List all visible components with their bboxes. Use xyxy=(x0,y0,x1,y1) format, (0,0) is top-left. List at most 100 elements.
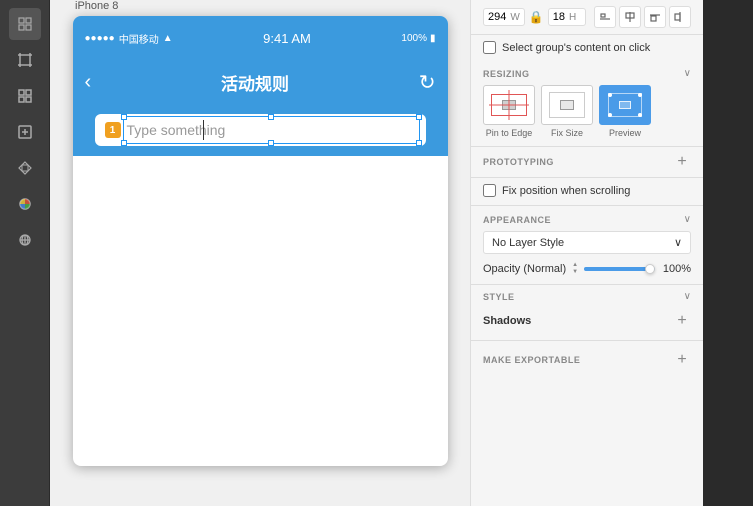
width-value: 294 xyxy=(488,11,506,23)
opacity-label: Opacity (Normal) xyxy=(483,263,566,275)
style-section: STYLE ∨ Shadows + xyxy=(471,285,703,341)
tool-sidebar xyxy=(0,0,50,506)
layer-style-select[interactable]: No Layer Style ∨ xyxy=(483,231,691,254)
style-arrow[interactable]: ∨ xyxy=(684,291,691,302)
phone-frame: ●●●●● 中国移动 ▲ 9:41 AM 100% ▮ ‹ 活动规则 ↻ xyxy=(73,16,448,466)
select-group-row: Select group's content on click xyxy=(471,35,703,60)
carrier-dots: ●●●●● xyxy=(85,33,115,44)
shadows-add-btn[interactable]: + xyxy=(673,312,691,330)
opacity-value: 100% xyxy=(661,263,691,275)
shadows-row: Shadows + xyxy=(483,308,691,334)
action-button[interactable]: ↻ xyxy=(419,70,436,95)
fixsize-box xyxy=(541,85,593,125)
prototyping-section: PROTOTYPING + xyxy=(471,147,703,178)
opacity-slider[interactable] xyxy=(584,267,655,271)
wifi-icon: ▲ xyxy=(163,33,173,44)
select-group-checkbox[interactable] xyxy=(483,41,496,54)
opacity-row: Opacity (Normal) ▲ ▼ 100% xyxy=(483,262,691,276)
status-right: 100% ▮ xyxy=(401,33,435,44)
align-btn-1[interactable] xyxy=(594,6,616,28)
appearance-arrow[interactable]: ∨ xyxy=(684,214,691,225)
nav-title: 活动规则 xyxy=(91,70,419,95)
nav-bar: ‹ 活动规则 ↻ xyxy=(73,60,448,104)
tool-insert[interactable] xyxy=(9,116,41,148)
handle-tm xyxy=(268,114,274,120)
status-left: ●●●●● 中国移动 ▲ xyxy=(85,31,173,46)
handle-tr xyxy=(416,114,422,120)
resize-preview[interactable]: Preview xyxy=(599,85,651,138)
style-header: STYLE ∨ xyxy=(483,291,691,302)
layer-style-chevron: ∨ xyxy=(674,236,682,249)
fix-position-checkbox[interactable] xyxy=(483,184,496,197)
height-value: 18 xyxy=(553,11,565,23)
height-field[interactable]: 18 H xyxy=(548,8,586,26)
phone-content: 1 Type something xyxy=(73,104,448,156)
resizing-section: RESIZING ∨ Pin to Edge xyxy=(471,60,703,147)
pin-label: Pin to Edge xyxy=(486,128,533,138)
status-bar: ●●●●● 中国移动 ▲ 9:41 AM 100% ▮ xyxy=(73,16,448,60)
tool-colors[interactable] xyxy=(9,188,41,220)
height-label: H xyxy=(569,12,576,23)
handle-bl xyxy=(121,140,127,146)
appearance-title: APPEARANCE xyxy=(483,215,551,225)
tool-grid[interactable] xyxy=(9,80,41,112)
handle-tl xyxy=(121,114,127,120)
prototyping-title: PROTOTYPING xyxy=(483,157,554,167)
handle-bm xyxy=(268,140,274,146)
shadows-label: Shadows xyxy=(483,315,531,327)
align-btn-3[interactable] xyxy=(644,6,666,28)
fixsize-label: Fix Size xyxy=(551,128,583,138)
select-group-label: Select group's content on click xyxy=(502,42,650,54)
align-btn-2[interactable] xyxy=(619,6,641,28)
export-section: MAKE EXPORTABLE + xyxy=(471,341,703,379)
resizing-title: RESIZING xyxy=(483,69,530,79)
width-field[interactable]: 294 W xyxy=(483,8,525,26)
search-placeholder: Type something xyxy=(127,122,416,138)
back-button[interactable]: ‹ xyxy=(85,71,92,94)
search-bar[interactable]: 1 Type something xyxy=(95,114,426,146)
dimensions-row: 294 W 🔒 18 H xyxy=(471,0,703,35)
carrier-name: 中国移动 xyxy=(119,31,159,46)
cursor xyxy=(203,120,204,140)
tool-select[interactable] xyxy=(9,8,41,40)
tool-components[interactable] xyxy=(9,152,41,184)
style-title: STYLE xyxy=(483,292,515,302)
stepper-up-icon: ▲ xyxy=(572,262,578,269)
opacity-stepper[interactable]: ▲ ▼ xyxy=(572,262,578,276)
fix-position-label: Fix position when scrolling xyxy=(502,185,630,197)
battery-icon: ▮ xyxy=(430,33,436,44)
handle-br xyxy=(416,140,422,146)
canvas-area: iPhone 8 ●●●●● 中国移动 ▲ 9:41 AM 100% ▮ xyxy=(50,0,470,506)
device-label: iPhone 8 xyxy=(75,0,118,12)
align-btn-4[interactable] xyxy=(669,6,691,28)
preview-label: Preview xyxy=(609,128,641,138)
fix-position-row: Fix position when scrolling xyxy=(471,178,703,206)
appearance-section: APPEARANCE ∨ No Layer Style ∨ Opacity (N… xyxy=(471,206,703,285)
export-title: MAKE EXPORTABLE xyxy=(483,355,580,365)
status-time: 9:41 AM xyxy=(263,31,311,46)
export-add-btn[interactable]: + xyxy=(673,351,691,369)
resizing-options: Pin to Edge Fix Size xyxy=(483,85,691,138)
tool-frame[interactable] xyxy=(9,44,41,76)
right-panel: 294 W 🔒 18 H xyxy=(470,0,703,506)
fixsize-graphic xyxy=(547,90,587,120)
appearance-header: APPEARANCE ∨ xyxy=(483,214,691,225)
stepper-down-icon: ▼ xyxy=(572,269,578,276)
opacity-thumb xyxy=(645,264,655,274)
alignment-buttons xyxy=(594,6,691,28)
lock-icon[interactable]: 🔒 xyxy=(529,10,544,24)
layer-style-label: No Layer Style xyxy=(492,237,564,249)
tool-prototype[interactable] xyxy=(9,224,41,256)
pin-graphic xyxy=(489,90,529,120)
export-row: MAKE EXPORTABLE + xyxy=(483,347,691,373)
resizing-header: RESIZING ∨ xyxy=(483,68,691,79)
preview-box xyxy=(599,85,651,125)
prototyping-add-btn[interactable]: + xyxy=(673,153,691,171)
resize-fix-size[interactable]: Fix Size xyxy=(541,85,593,138)
resize-pin-to-edge[interactable]: Pin to Edge xyxy=(483,85,535,138)
battery-label: 100% xyxy=(401,33,427,44)
preview-graphic xyxy=(605,90,645,120)
resizing-arrow[interactable]: ∨ xyxy=(684,68,691,79)
pin-box xyxy=(483,85,535,125)
search-number: 1 xyxy=(105,122,121,138)
